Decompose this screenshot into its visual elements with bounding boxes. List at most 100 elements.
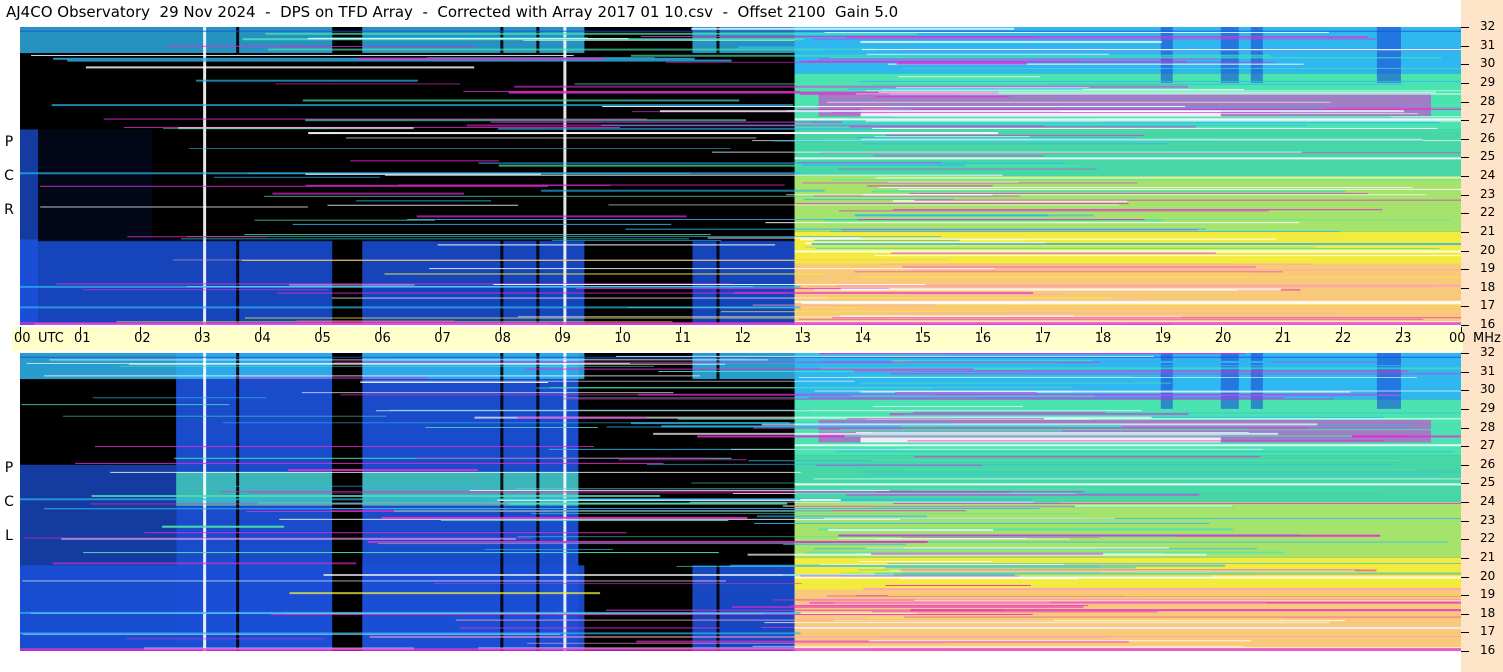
interference-line [517,316,1182,318]
x-tick-label: 06 [374,331,391,346]
interference-line [912,108,1281,110]
interference-line [886,113,1419,115]
night-line [20,306,801,309]
interference-line [752,645,1245,647]
interference-line [646,463,1393,465]
interference-line [813,289,1238,291]
interference-line [833,179,1461,181]
interference-line [867,185,993,187]
x-tick-label: 22 [1334,331,1352,346]
interference-line [849,126,1197,128]
vertical-line [563,27,567,325]
x-tick-label: 23 [1394,331,1412,346]
interference-line [890,373,1461,375]
y-tick-mark [1461,651,1469,652]
interference-line [861,382,1172,384]
y-tick-mark [1461,64,1469,66]
vertical-line [236,27,240,325]
interference-line [887,181,1019,183]
interference-line [83,552,719,554]
interference-line [637,393,1399,396]
interference-line [862,49,1461,51]
lcp-spectrogram [20,353,1461,651]
interference-line [896,62,1028,65]
interference-line [618,459,747,461]
interference-line [818,58,1219,60]
x-tick-label: 05 [314,331,331,346]
x-tick-label: UTC [38,331,64,346]
interference-line [397,184,785,186]
rcp-y-tick-label: 30 [1480,56,1496,71]
interference-line [852,395,1095,397]
interference-line [875,96,1010,98]
rcp-label-c: C [4,168,14,184]
interference-line [144,532,627,534]
bright-line [794,576,1461,579]
interference-line [691,27,1015,30]
interference-line [799,238,1277,240]
interference-line [914,456,1260,458]
x-tick-label: 03 [194,331,211,346]
interference-line [846,493,1200,496]
lcp-y-tick-label: 23 [1480,512,1496,527]
interference-line [307,38,629,40]
interference-line [275,83,461,85]
x-tick-label: 18 [1094,331,1112,346]
y-tick-mark [1461,613,1469,615]
rcp-y-tick-label: 21 [1480,223,1496,238]
x-tick-label: 08 [494,331,511,346]
interference-line [895,392,1037,394]
interference-line [853,541,1448,543]
interference-line [887,595,1461,597]
y-tick-mark [1461,194,1469,196]
interference-line [871,552,1104,555]
interference-line [367,540,928,543]
interference-line [526,368,974,370]
interference-line [75,462,664,464]
x-tick-label: 04 [254,331,271,346]
interference-line [887,562,1461,564]
interference-line [40,185,549,187]
y-tick-mark [1461,483,1469,485]
night-line [20,632,801,635]
interference-line [798,318,1424,320]
interference-line [214,176,381,178]
interference-line [865,547,1097,549]
interference-line [360,381,548,383]
bright-line [794,444,1461,447]
interference-line [847,88,1083,90]
interference-line [463,90,801,92]
night-left-fill [20,464,177,651]
interference-line [872,190,1346,193]
interference-line [844,435,1353,438]
y-tick-mark [1461,539,1469,541]
interference-line [327,204,519,206]
interference-line [305,119,747,122]
lcp-label-l: L [5,528,13,544]
lcp-y-tick-label: 31 [1480,363,1496,378]
interference-line [764,622,1330,624]
interference-line [292,223,672,225]
interference-line [731,448,1264,450]
interference-line [493,284,926,286]
interference-line [909,192,1368,194]
interference-line [857,219,1145,221]
interference-line [289,284,415,286]
interference-line [517,536,1175,538]
interference-line [574,83,1049,85]
interference-line [870,474,1438,476]
interference-line [220,491,979,493]
x-tick-label: 20 [1214,331,1232,346]
interference-line [460,627,720,629]
interference-line [813,478,1461,480]
interference-line [49,359,769,361]
spectrogram-figure: AJ4CO Observatory 29 Nov 2024 - DPS on T… [0,0,1503,672]
interference-line [790,605,1089,607]
vertical-line [500,27,504,325]
lcp-y-tick-label: 29 [1480,400,1496,415]
interference-line [31,54,574,56]
interference-line [847,375,1134,377]
interference-line [653,432,1279,435]
y-tick-mark [1461,120,1469,122]
interference-line [812,38,1378,40]
